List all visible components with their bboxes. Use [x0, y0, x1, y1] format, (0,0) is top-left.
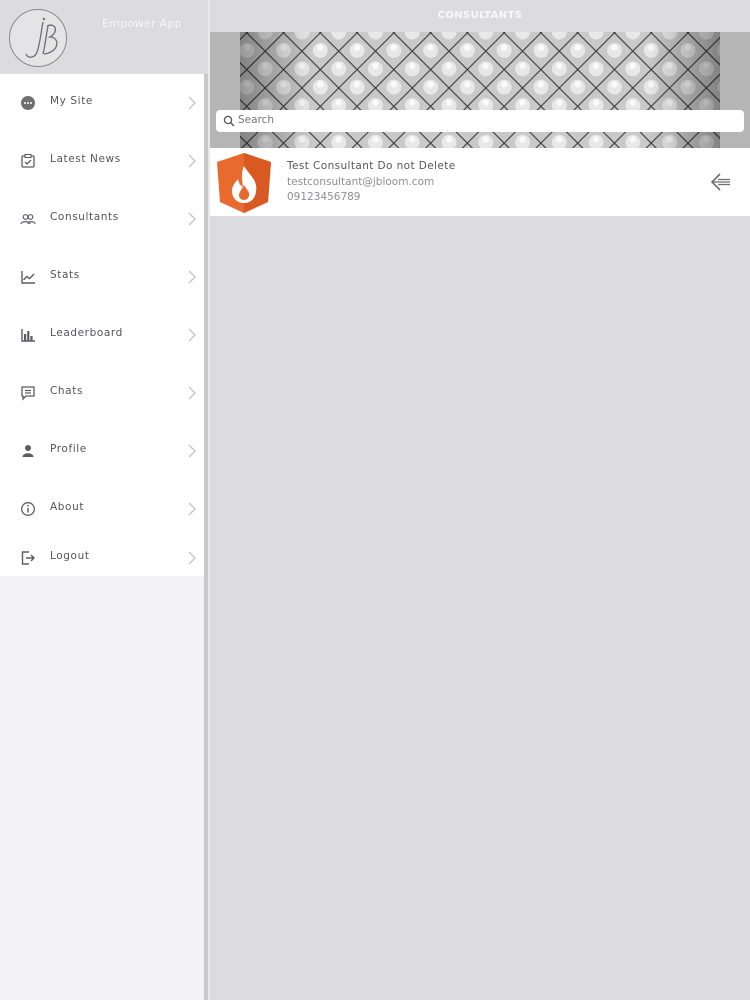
people-icon: [20, 214, 36, 225]
consultant-name: Test Consultant Do not Delete: [287, 160, 456, 172]
sidebar-item-stats[interactable]: Stats: [0, 257, 204, 297]
page-title: CONSULTANTS: [437, 10, 523, 21]
news-icon: [21, 153, 35, 168]
sidebar-item-label: My Site: [50, 95, 93, 107]
sidebar-item-logout[interactable]: Logout: [0, 538, 204, 578]
sidebar-item-label: About: [50, 501, 85, 513]
sidebar-header: Empower App: [0, 0, 210, 74]
navigation-bar: CONSULTANTS: [210, 0, 750, 32]
chevron-right-icon: [188, 444, 196, 458]
sidebar-item-label: Leaderboard: [50, 327, 123, 339]
bar-chart-icon: [21, 329, 35, 342]
globe-icon: [21, 96, 35, 110]
sidebar-item-label: Consultants: [50, 211, 119, 223]
chevron-right-icon: [188, 270, 196, 284]
chevron-right-icon: [188, 502, 196, 516]
app-title: Empower App: [102, 17, 182, 30]
sidebar-item-consultants[interactable]: Consultants: [0, 199, 204, 239]
sidebar-menu: My Site Latest News Consultants Stats Le…: [0, 74, 204, 576]
search-bar[interactable]: [216, 110, 744, 132]
logout-icon: [21, 551, 35, 565]
sidebar-item-leaderboard[interactable]: Leaderboard: [0, 315, 204, 355]
chevron-right-icon: [188, 96, 196, 110]
sidebar-item-chats[interactable]: Chats: [0, 373, 204, 413]
consultant-email: testconsultant@jbloom.com: [287, 176, 435, 188]
info-icon: [21, 502, 35, 516]
search-icon: [223, 115, 235, 127]
sidebar-item-latest-news[interactable]: Latest News: [0, 141, 204, 181]
consultant-phone: 09123456789: [287, 191, 361, 203]
sidebar-item-label: Latest News: [50, 153, 121, 165]
sidebar-item-my-site[interactable]: My Site: [0, 83, 204, 123]
chevron-right-icon: [188, 328, 196, 342]
search-input[interactable]: [238, 114, 718, 126]
main-content: CONSULTANTS Search Test Consultant Do no…: [210, 0, 750, 1000]
sidebar: Empower App My Site Latest News Consulta…: [0, 0, 210, 1000]
sidebar-item-label: Chats: [50, 385, 84, 397]
chevron-right-icon: [188, 154, 196, 168]
consultant-list-item[interactable]: Test Consultant Do not Delete testconsul…: [210, 148, 750, 216]
chat-icon: [21, 386, 35, 401]
line-chart-icon: [21, 271, 35, 284]
back-arrow-icon[interactable]: [710, 172, 732, 192]
chevron-right-icon: [188, 386, 196, 400]
sidebar-item-label: Logout: [50, 550, 90, 562]
person-icon: [22, 445, 34, 457]
flame-icon: [217, 153, 271, 213]
sidebar-item-about[interactable]: About: [0, 489, 204, 529]
sidebar-item-label: Profile: [50, 443, 87, 455]
sidebar-item-profile[interactable]: Profile: [0, 431, 204, 471]
chevron-right-icon: [188, 551, 196, 565]
app-logo: [9, 9, 67, 67]
sidebar-item-label: Stats: [50, 269, 80, 281]
chevron-right-icon: [188, 212, 196, 226]
